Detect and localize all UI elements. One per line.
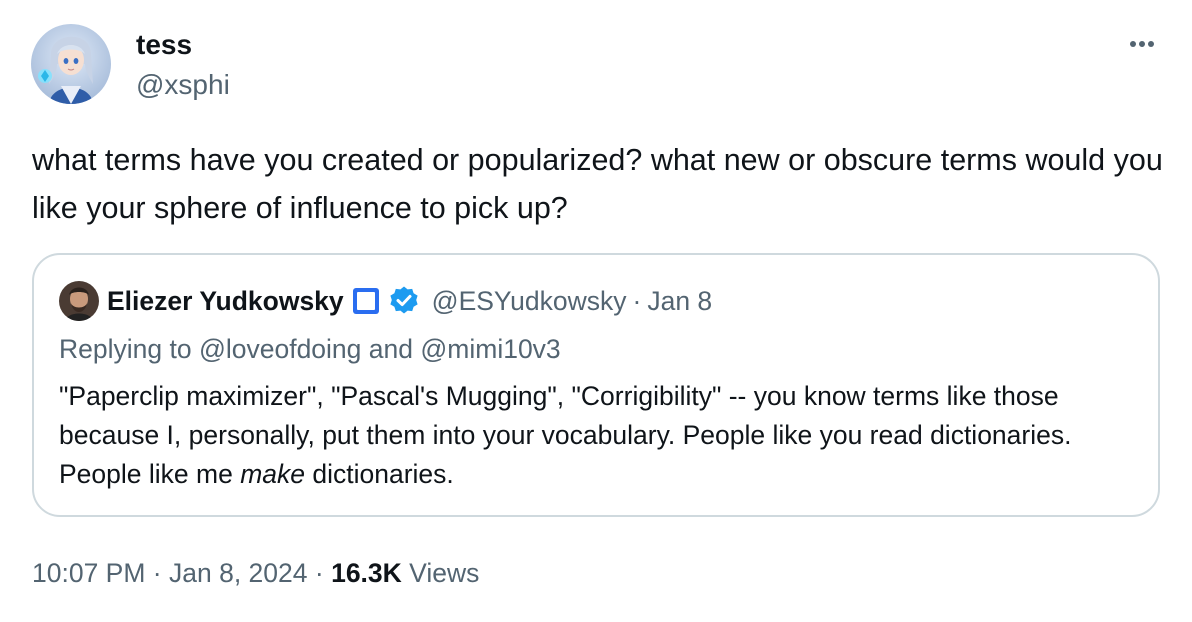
replying-prefix: Replying to	[59, 334, 199, 364]
quoted-text-part-1: "Paperclip maximizer", "Pascal's Mugging…	[59, 381, 1072, 489]
anime-avatar-icon	[31, 24, 111, 104]
quoted-date[interactable]: Jan 8	[647, 283, 712, 319]
replying-to-link-1[interactable]: @loveofdoing	[199, 334, 361, 364]
tweet-metadata: 10:07 PM · Jan 8, 2024 · 16.3K Views	[32, 555, 479, 591]
more-options-button[interactable]	[1118, 26, 1166, 62]
replying-to-link-2[interactable]: @mimi10v3	[420, 334, 560, 364]
quoted-tweet[interactable]: Eliezer Yudkowsky @ESYudkowsky · Jan 8 R…	[32, 253, 1160, 517]
replying-to: Replying to @loveofdoing and @mimi10v3	[59, 331, 561, 367]
tweet-text: what terms have you created or populariz…	[32, 143, 1163, 225]
tweet: tess @xsphi what terms have you created …	[0, 0, 1192, 622]
replying-joiner: and	[361, 334, 421, 364]
person-avatar-icon	[59, 281, 99, 321]
author-avatar[interactable]	[31, 24, 111, 104]
blue-square-icon	[352, 288, 379, 314]
quoted-tweet-text: "Paperclip maximizer", "Pascal's Mugging…	[59, 377, 1149, 494]
author-handle[interactable]: @xsphi	[136, 68, 230, 102]
quoted-date-separator: ·	[632, 286, 642, 316]
quoted-header: Eliezer Yudkowsky @ESYudkowsky · Jan 8	[107, 283, 712, 319]
quoted-text-part-2: dictionaries.	[305, 459, 454, 489]
quoted-author-name[interactable]: Eliezer Yudkowsky	[107, 283, 344, 319]
meta-separator-2: ·	[307, 558, 332, 588]
verified-badge-icon[interactable]	[388, 285, 420, 317]
author-name[interactable]: tess	[136, 28, 192, 62]
views-count[interactable]: 16.3K	[331, 558, 402, 588]
views-label: Views	[401, 558, 480, 588]
quoted-author-handle[interactable]: @ESYudkowsky	[432, 283, 627, 319]
quoted-author-avatar[interactable]	[59, 281, 99, 321]
tweet-time[interactable]: 10:07 PM	[32, 558, 145, 588]
tweet-date[interactable]: Jan 8, 2024	[169, 558, 308, 588]
meta-separator-1: ·	[145, 558, 169, 588]
quoted-text-emphasis: make	[240, 459, 305, 489]
more-horizontal-icon	[1130, 41, 1154, 47]
